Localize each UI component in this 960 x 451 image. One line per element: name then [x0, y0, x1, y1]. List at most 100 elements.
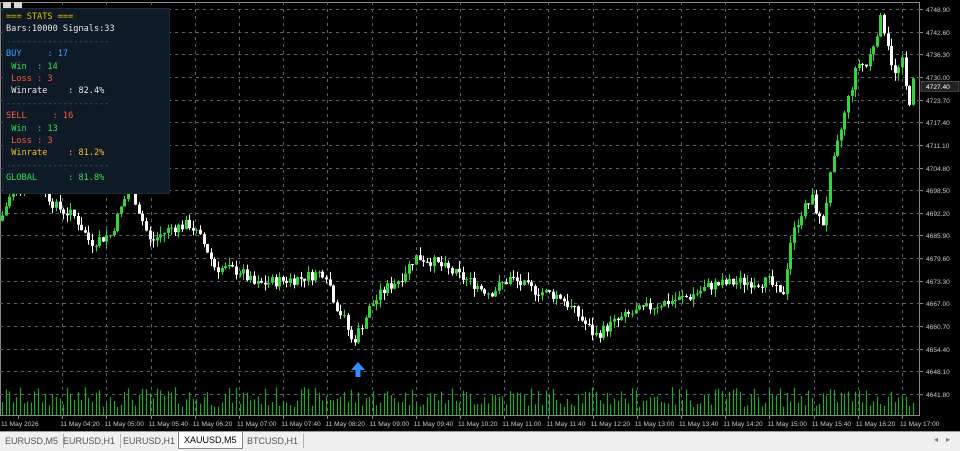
- bear-candle: [908, 86, 911, 105]
- stats-title: === STATS ===: [6, 12, 74, 22]
- buy-win-value: 14: [47, 61, 58, 72]
- bear-candle: [91, 240, 94, 246]
- sell-loss-row: Loss : 3: [11, 135, 53, 146]
- bull-candle: [177, 224, 180, 233]
- triangle-right-icon[interactable]: ▸: [946, 435, 950, 444]
- bull-candle: [372, 304, 375, 307]
- bear-candle: [174, 227, 177, 233]
- price-label: 4654.40: [926, 347, 950, 354]
- bear-candle: [761, 286, 764, 288]
- bear-candle: [149, 230, 152, 240]
- bear-candle: [383, 289, 386, 293]
- bull-candle: [357, 328, 360, 343]
- bull-candle: [455, 268, 458, 274]
- bear-candle: [887, 33, 890, 47]
- bull-candle: [185, 219, 188, 230]
- bull-candle: [879, 14, 882, 37]
- global-row: GLOBAL : 81.8%: [6, 173, 105, 184]
- bear-candle: [84, 230, 87, 233]
- bull-candle: [645, 303, 648, 307]
- bear-candle: [534, 286, 537, 295]
- tab-xauusd-m5[interactable]: XAUUSD,M5: [178, 432, 243, 449]
- bull-candle: [660, 306, 663, 308]
- bear-candle: [213, 258, 216, 268]
- bull-candle: [195, 229, 198, 231]
- bear-candle: [822, 216, 825, 226]
- time-label: 11 May 15:00: [767, 421, 807, 428]
- bear-candle: [300, 277, 303, 279]
- sell-count: 16: [62, 111, 74, 122]
- bear-candle: [573, 306, 576, 308]
- buy-arrow-icon: [351, 362, 365, 377]
- bear-candle: [505, 282, 508, 285]
- bull-candle: [735, 282, 738, 285]
- bear-candle: [253, 275, 256, 284]
- bull-candle: [833, 155, 836, 173]
- sell-label: SELL: [6, 111, 27, 122]
- bear-candle: [516, 277, 519, 282]
- buy-loss-row: Loss : 3: [11, 73, 53, 84]
- bull-candle: [105, 235, 108, 242]
- bull-candle: [635, 309, 638, 314]
- bear-candle: [339, 311, 342, 316]
- bull-candle: [836, 140, 839, 156]
- bull-candle: [793, 227, 796, 243]
- bear-candle: [440, 262, 443, 267]
- triangle-left-icon[interactable]: ◂: [934, 435, 938, 444]
- time-label: 11 May 13:00: [635, 421, 675, 428]
- tab-eurusd-h1[interactable]: EURUSD,H1: [58, 434, 122, 448]
- time-label: 11 May 16:20: [856, 421, 896, 428]
- bull-candle: [415, 255, 418, 265]
- bear-candle: [771, 276, 774, 286]
- bull-candle: [55, 201, 58, 208]
- bear-candle: [491, 293, 494, 297]
- bull-candle: [681, 295, 684, 297]
- bull-candle: [728, 278, 731, 285]
- bull-candle: [228, 264, 231, 267]
- bear-candle: [710, 282, 713, 290]
- bear-candle: [861, 64, 864, 66]
- bull-candle: [368, 306, 371, 318]
- bull-candle: [678, 296, 681, 301]
- bull-candle: [674, 300, 677, 302]
- bear-candle: [275, 277, 278, 287]
- bear-candle: [426, 261, 429, 263]
- bear-candle: [591, 324, 594, 336]
- bull-candle: [156, 237, 159, 241]
- time-label: 11 May 08:20: [325, 421, 365, 428]
- tab-eurusd-h1-2[interactable]: EURUSD,H1: [118, 434, 182, 448]
- bull-candle: [797, 225, 800, 228]
- time-axis: 11 May 2026 11 May 04:20 11 May 05:00 11 Ma…: [1, 416, 940, 428]
- bull-candle: [509, 276, 512, 285]
- price-label: 4692.20: [926, 211, 950, 218]
- bear-candle: [80, 224, 83, 231]
- bear-candle: [599, 333, 602, 338]
- bull-candle: [804, 203, 807, 217]
- bull-candle: [123, 199, 126, 207]
- separator: --------------------: [6, 98, 110, 109]
- bull-candle: [753, 285, 756, 288]
- tab-eurusd-m5[interactable]: EURUSD,M5: [0, 434, 65, 448]
- bear-candle: [563, 298, 566, 302]
- bear-candle: [199, 229, 202, 235]
- price-label: 4685.90: [926, 233, 950, 240]
- price-label: 4641.80: [926, 392, 950, 399]
- tab-btcusd-h1[interactable]: BTCUSD,H1: [242, 434, 305, 448]
- bull-candle: [768, 276, 771, 278]
- bull-candle: [98, 237, 101, 246]
- bear-candle: [451, 268, 454, 274]
- global-label: GLOBAL: [6, 173, 38, 184]
- bear-candle: [548, 290, 551, 292]
- bull-candle: [912, 78, 915, 105]
- time-label: 11 May 11:40: [546, 421, 585, 428]
- volume-histogram: [1, 387, 915, 415]
- bear-candle: [62, 209, 65, 214]
- bull-candle: [714, 282, 717, 290]
- bear-candle: [905, 57, 908, 87]
- bull-candle: [811, 194, 814, 205]
- bear-candle: [890, 46, 893, 66]
- buy-label: BUY: [6, 49, 22, 60]
- bull-candle: [159, 234, 162, 238]
- bull-candle: [876, 36, 879, 47]
- price-label: 4748.90: [926, 7, 950, 14]
